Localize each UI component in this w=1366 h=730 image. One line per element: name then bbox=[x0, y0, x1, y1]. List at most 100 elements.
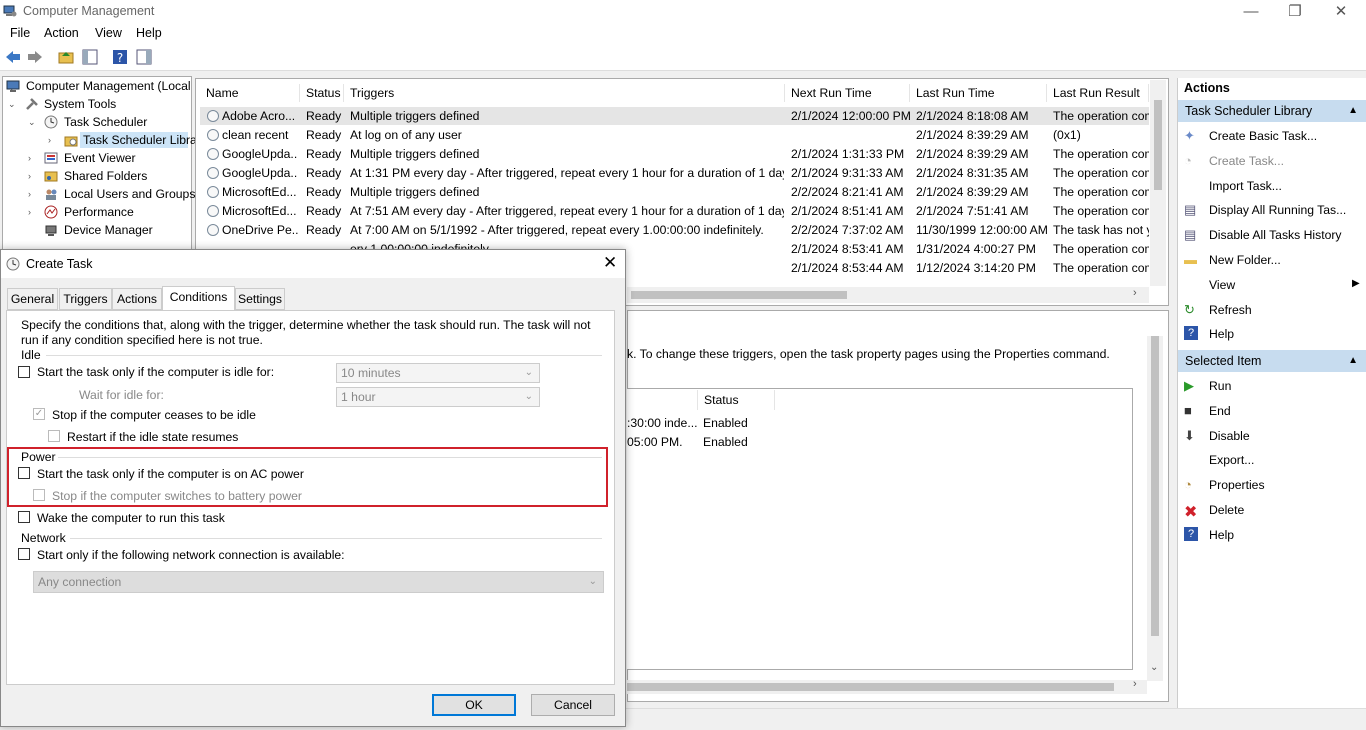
action-item[interactable]: Import Task... bbox=[1209, 179, 1282, 193]
col-header-next-run[interactable]: Next Run Time bbox=[785, 84, 910, 102]
tree-task-scheduler[interactable]: Task Scheduler bbox=[64, 115, 147, 129]
task-row-cell[interactable]: MicrosoftEd... bbox=[222, 204, 298, 218]
task-row-cell[interactable]: 2/1/2024 8:39:29 AM bbox=[916, 185, 1047, 199]
task-row-cell[interactable]: MicrosoftEd... bbox=[222, 185, 298, 199]
tree-event-viewer[interactable]: Event Viewer bbox=[64, 151, 136, 165]
task-row-cell[interactable]: Ready bbox=[306, 185, 344, 199]
task-row-cell[interactable]: 2/1/2024 8:51:41 AM bbox=[791, 204, 910, 218]
task-row-cell[interactable]: The operation com bbox=[1053, 109, 1149, 123]
minimize-button[interactable]: — bbox=[1240, 2, 1262, 22]
action-item[interactable]: Run bbox=[1209, 379, 1231, 393]
expand-arrow-icon[interactable]: › bbox=[28, 207, 38, 217]
task-row-cell[interactable]: (0x1) bbox=[1053, 128, 1149, 142]
collapse-arrow-icon[interactable]: ⌄ bbox=[28, 117, 38, 127]
network-checkbox[interactable] bbox=[18, 548, 30, 560]
task-row-cell[interactable]: Ready bbox=[306, 128, 344, 142]
action-item[interactable]: New Folder... bbox=[1209, 253, 1281, 267]
task-row-cell[interactable]: Adobe Acro... bbox=[222, 109, 298, 123]
tree-system-tools[interactable]: System Tools bbox=[44, 97, 116, 111]
task-row-cell[interactable]: 2/1/2024 8:53:41 AM bbox=[791, 242, 910, 256]
detail-hscrollbar[interactable]: › bbox=[627, 678, 1147, 694]
task-row-cell[interactable]: At log on of any user bbox=[350, 128, 784, 142]
task-row-cell[interactable]: 2/2/2024 8:21:41 AM bbox=[791, 185, 910, 199]
detail-hscroll-thumb[interactable] bbox=[627, 683, 1114, 691]
ok-button[interactable]: OK bbox=[432, 694, 516, 716]
col-header-triggers[interactable]: Triggers bbox=[344, 84, 785, 102]
scroll-right-icon[interactable]: › bbox=[1133, 678, 1137, 690]
col-header-last-result[interactable]: Last Run Result bbox=[1047, 84, 1149, 102]
ac-power-checkbox[interactable] bbox=[18, 467, 30, 479]
tree-local-users-groups[interactable]: Local Users and Groups bbox=[64, 187, 195, 201]
task-row-cell[interactable]: 1/12/2024 3:14:20 PM bbox=[916, 261, 1047, 275]
detail-vscrollbar[interactable]: ⌄ bbox=[1147, 336, 1163, 681]
forward-arrow-icon[interactable] bbox=[26, 48, 44, 66]
menu-view[interactable]: View bbox=[95, 26, 122, 40]
task-row-cell[interactable]: 2/2/2024 7:37:02 AM bbox=[791, 223, 910, 237]
show-hide-action-pane-icon[interactable] bbox=[135, 48, 153, 66]
task-row-cell[interactable]: 2/1/2024 8:31:35 AM bbox=[916, 166, 1047, 180]
tree-task-scheduler-library[interactable]: Task Scheduler Libra bbox=[83, 133, 197, 147]
menu-file[interactable]: File bbox=[10, 26, 30, 40]
task-row-cell[interactable]: Ready bbox=[306, 147, 344, 161]
trigger-status-header[interactable]: Status bbox=[697, 390, 775, 410]
dialog-close-icon[interactable]: ✕ bbox=[603, 253, 617, 273]
task-row-cell[interactable]: GoogleUpda... bbox=[222, 166, 298, 180]
tree-computer-management[interactable]: Computer Management (Local bbox=[26, 79, 191, 93]
action-item[interactable]: Refresh bbox=[1209, 303, 1252, 317]
task-row-cell[interactable]: 2/1/2024 12:00:00 PM bbox=[791, 109, 910, 123]
actions-section-selected[interactable]: Selected Item ▲ bbox=[1178, 350, 1366, 372]
action-item[interactable]: Properties bbox=[1209, 478, 1265, 492]
expand-arrow-icon[interactable]: › bbox=[28, 189, 38, 199]
task-row-cell[interactable]: At 7:51 AM every day - After triggered, … bbox=[350, 204, 784, 218]
back-arrow-icon[interactable] bbox=[4, 48, 22, 66]
close-window-button[interactable]: ✕ bbox=[1330, 2, 1352, 22]
task-row-cell[interactable]: The operation com bbox=[1053, 147, 1149, 161]
action-item[interactable]: Help bbox=[1209, 528, 1234, 542]
action-item[interactable]: Create Basic Task... bbox=[1209, 129, 1317, 143]
task-row-cell[interactable]: 2/1/2024 8:39:29 AM bbox=[916, 128, 1047, 142]
task-row-cell[interactable]: Ready bbox=[306, 166, 344, 180]
idle-duration-select[interactable]: 10 minutes ⌄ bbox=[336, 363, 540, 383]
task-row-cell[interactable]: GoogleUpda... bbox=[222, 147, 298, 161]
task-row-cell[interactable]: 2/1/2024 1:31:33 PM bbox=[791, 147, 910, 161]
action-item[interactable]: Delete bbox=[1209, 503, 1244, 517]
task-row-cell[interactable]: At 1:31 PM every day - After triggered, … bbox=[350, 166, 784, 180]
wake-computer-checkbox[interactable] bbox=[18, 511, 30, 523]
detail-vscroll-thumb[interactable] bbox=[1151, 336, 1159, 636]
col-header-name[interactable]: Name bbox=[200, 84, 300, 102]
tree-shared-folders[interactable]: Shared Folders bbox=[64, 169, 147, 183]
task-row-cell[interactable]: The operation com bbox=[1053, 204, 1149, 218]
tab-settings[interactable]: Settings bbox=[235, 288, 285, 310]
task-row-cell[interactable]: Multiple triggers defined bbox=[350, 147, 784, 161]
help-toolbar-icon[interactable]: ? bbox=[111, 48, 129, 66]
action-item[interactable]: Disable All Tasks History bbox=[1209, 228, 1342, 242]
task-row-cell[interactable]: 1/31/2024 4:00:27 PM bbox=[916, 242, 1047, 256]
menu-action[interactable]: Action bbox=[44, 26, 79, 40]
task-row-cell[interactable]: 2/1/2024 8:53:44 AM bbox=[791, 261, 910, 275]
action-item[interactable]: View bbox=[1209, 278, 1235, 292]
restore-button[interactable]: ❐ bbox=[1284, 2, 1306, 22]
task-row-cell[interactable]: Ready bbox=[306, 204, 344, 218]
task-row-cell[interactable]: The operation com bbox=[1053, 166, 1149, 180]
hscroll-thumb[interactable] bbox=[631, 291, 847, 299]
network-connection-select[interactable]: Any connection ⌄ bbox=[33, 571, 604, 593]
restart-idle-checkbox[interactable] bbox=[48, 430, 60, 442]
menu-help[interactable]: Help bbox=[136, 26, 162, 40]
wait-idle-select[interactable]: 1 hour ⌄ bbox=[336, 387, 540, 407]
expand-arrow-icon[interactable]: › bbox=[28, 171, 38, 181]
collapse-arrow-icon[interactable]: ⌄ bbox=[8, 99, 18, 109]
task-list-hscrollbar[interactable]: › bbox=[627, 287, 1149, 303]
show-hide-tree-icon[interactable] bbox=[81, 48, 99, 66]
tab-conditions[interactable]: Conditions bbox=[162, 286, 235, 310]
task-row-cell[interactable]: Multiple triggers defined bbox=[350, 185, 784, 199]
task-row-cell[interactable]: Multiple triggers defined bbox=[350, 109, 784, 123]
stop-idle-checkbox[interactable]: ✓ bbox=[33, 408, 45, 420]
up-folder-icon[interactable] bbox=[57, 48, 75, 66]
col-header-last-run[interactable]: Last Run Time bbox=[910, 84, 1047, 102]
action-item[interactable]: Disable bbox=[1209, 429, 1250, 443]
task-row-cell[interactable]: clean recent bbox=[222, 128, 298, 142]
task-row-cell[interactable]: The operation com bbox=[1053, 242, 1149, 256]
task-row-cell[interactable]: Ready bbox=[306, 223, 344, 237]
task-row-cell[interactable]: 2/1/2024 8:39:29 AM bbox=[916, 147, 1047, 161]
task-row-cell[interactable]: 2/1/2024 7:51:41 AM bbox=[916, 204, 1047, 218]
